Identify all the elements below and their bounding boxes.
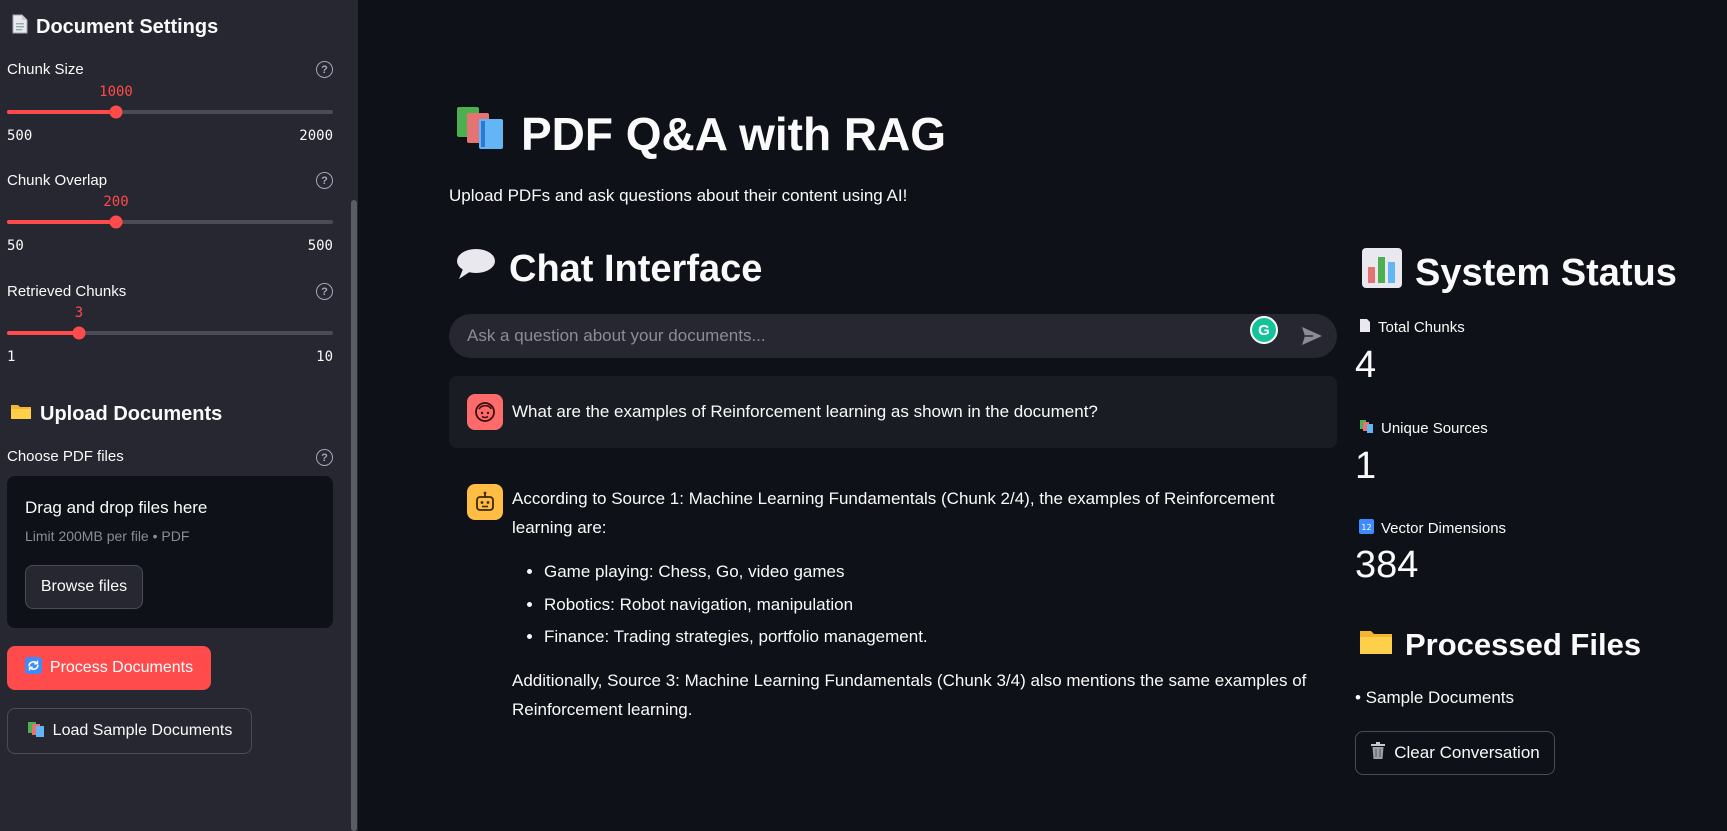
books-icon <box>455 105 507 162</box>
help-icon[interactable]: ? <box>316 61 333 78</box>
page-title: PDF Q&A with RAG <box>455 105 946 162</box>
chat-input-box[interactable]: G <box>449 314 1337 358</box>
slider-thumb[interactable] <box>109 105 123 119</box>
robot-avatar-icon <box>467 484 503 520</box>
dropzone-limit: Limit 200MB per file • PDF <box>25 528 190 544</box>
system-status-label: System Status <box>1415 251 1677 294</box>
chunk-overlap-slider[interactable]: Chunk Overlap ? 200 50 500 <box>7 172 333 282</box>
slider-track[interactable] <box>7 220 333 224</box>
system-status-title: System Status <box>1361 247 1677 299</box>
document-settings-title: Document Settings <box>12 14 218 40</box>
page-icon <box>1359 318 1371 337</box>
sidebar-scrollbar[interactable] <box>351 200 357 831</box>
slider-track[interactable] <box>7 331 333 335</box>
unique-sources-stat-label: Unique Sources <box>1359 419 1488 438</box>
unique-sources-value: 1 <box>1355 445 1377 487</box>
help-icon[interactable]: ? <box>316 172 333 189</box>
choose-files-label: Choose PDF files <box>7 448 124 465</box>
assistant-message: According to Source 1: Machine Learning … <box>449 466 1337 736</box>
chunk-size-slider[interactable]: Chunk Size ? 1000 500 2000 <box>7 61 333 171</box>
trash-icon <box>1370 741 1386 765</box>
list-item: Finance: Trading strategies, portfolio m… <box>544 621 1332 654</box>
upload-documents-label: Upload Documents <box>40 402 223 425</box>
slider-thumb[interactable] <box>109 215 123 229</box>
process-documents-button[interactable]: Process Documents <box>7 646 211 690</box>
assistant-outro-text: Additionally, Source 3: Machine Learning… <box>512 670 1307 719</box>
load-sample-label: Load Sample Documents <box>52 722 233 739</box>
chunk-size-value: 1000 <box>99 84 133 100</box>
slider-fill <box>7 220 116 224</box>
refresh-icon <box>24 657 42 679</box>
slider-thumb[interactable] <box>72 326 86 340</box>
retrieved-chunks-value: 3 <box>74 305 84 321</box>
page-icon <box>12 14 28 40</box>
chat-input[interactable] <box>467 314 1247 358</box>
unique-sources-label: Unique Sources <box>1381 420 1488 437</box>
help-icon[interactable]: ? <box>316 283 333 300</box>
numbers-icon: 12 <box>1359 519 1374 538</box>
total-chunks-stat-label: Total Chunks <box>1359 318 1465 337</box>
chunk-overlap-label: Chunk Overlap <box>7 172 108 189</box>
books-icon <box>27 720 45 743</box>
clear-conversation-label: Clear Conversation <box>1394 743 1540 762</box>
chat-interface-label: Chat Interface <box>509 247 763 290</box>
folder-icon <box>1359 627 1393 663</box>
document-settings-label: Document Settings <box>36 15 219 38</box>
slider-min: 500 <box>7 128 33 144</box>
clear-conversation-button[interactable]: Clear Conversation <box>1355 731 1555 775</box>
help-icon[interactable]: ? <box>316 449 333 466</box>
sidebar: Document Settings Chunk Size ? 1000 500 … <box>0 0 358 831</box>
list-item: Robotics: Robot navigation, manipulation <box>544 589 1332 622</box>
slider-max: 10 <box>316 349 333 365</box>
retrieved-chunks-label: Retrieved Chunks <box>7 283 127 300</box>
total-chunks-label: Total Chunks <box>1378 319 1465 336</box>
user-message-text: What are the examples of Reinforcement l… <box>512 402 1098 421</box>
bar-chart-icon <box>1361 247 1403 299</box>
browse-files-button[interactable]: Browse files <box>25 565 143 609</box>
dropzone-title: Drag and drop files here <box>25 498 208 517</box>
upload-documents-title: Upload Documents <box>10 402 222 426</box>
grammarly-icon[interactable]: G <box>1250 316 1278 344</box>
assistant-intro-text: According to Source 1: Machine Learning … <box>512 489 1275 537</box>
slider-max: 2000 <box>299 128 333 144</box>
folder-icon <box>10 402 32 426</box>
user-avatar-icon <box>467 394 503 430</box>
vector-dimensions-value: 384 <box>1355 544 1419 586</box>
processed-files-title: Processed Files <box>1359 627 1641 663</box>
file-dropzone[interactable]: Drag and drop files here Limit 200MB per… <box>7 476 333 628</box>
page-subtitle: Upload PDFs and ask questions about thei… <box>449 186 908 205</box>
send-icon[interactable] <box>1301 326 1323 346</box>
list-item: Game playing: Chess, Go, video games <box>544 556 1332 589</box>
vector-dimensions-stat-label: 12 Vector Dimensions <box>1359 519 1506 538</box>
page-title-text: PDF Q&A with RAG <box>521 107 947 160</box>
svg-text:12: 12 <box>1361 523 1371 532</box>
processed-files-label: Processed Files <box>1405 627 1642 662</box>
slider-max: 500 <box>307 238 333 254</box>
chat-interface-title: Chat Interface <box>455 247 762 291</box>
slider-fill <box>7 110 116 114</box>
process-documents-label: Process Documents <box>49 659 194 676</box>
slider-min: 50 <box>7 238 24 254</box>
user-message: What are the examples of Reinforcement l… <box>449 376 1337 448</box>
speech-bubble-icon <box>455 247 497 291</box>
processed-file-item: • Sample Documents <box>1355 688 1515 707</box>
assistant-bullet-list: Game playing: Chess, Go, video games Rob… <box>544 556 1332 654</box>
total-chunks-value: 4 <box>1355 344 1377 386</box>
slider-min: 1 <box>7 349 16 365</box>
load-sample-documents-button[interactable]: Load Sample Documents <box>7 708 252 754</box>
slider-fill <box>7 331 79 335</box>
assistant-message-body: According to Source 1: Machine Learning … <box>512 484 1332 724</box>
chunk-size-label: Chunk Size <box>7 61 84 78</box>
chunk-overlap-value: 200 <box>103 194 129 210</box>
vector-dimensions-label: Vector Dimensions <box>1381 520 1507 537</box>
slider-track[interactable] <box>7 110 333 114</box>
books-icon <box>1359 419 1374 438</box>
retrieved-chunks-slider[interactable]: Retrieved Chunks ? 3 1 10 <box>7 283 333 393</box>
